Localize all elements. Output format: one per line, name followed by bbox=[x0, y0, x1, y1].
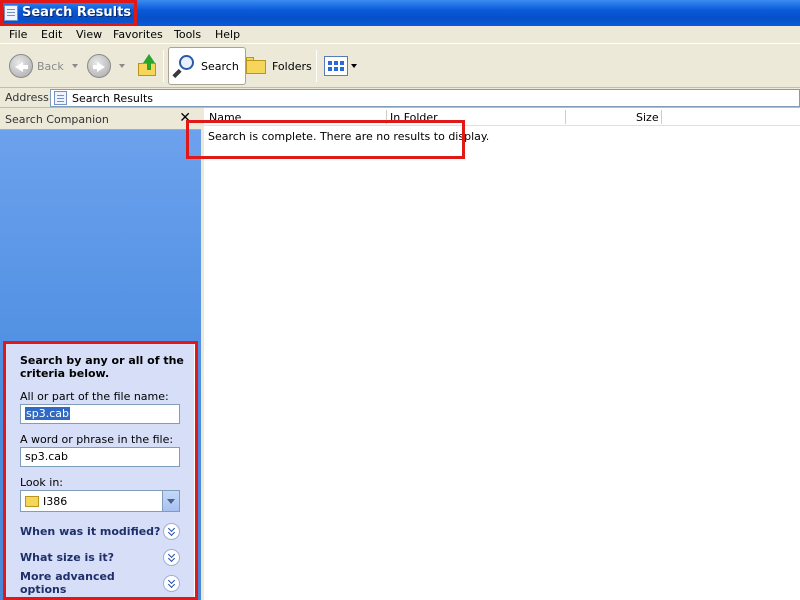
views-dropdown-icon bbox=[351, 64, 357, 68]
column-divider[interactable] bbox=[661, 110, 662, 124]
search-label: Search bbox=[201, 59, 239, 73]
address-bar: Address Search Results bbox=[0, 88, 800, 108]
column-size[interactable]: Size bbox=[636, 111, 659, 124]
folders-icon bbox=[244, 55, 268, 77]
toolbar-separator bbox=[163, 50, 164, 82]
search-results-icon bbox=[54, 91, 67, 105]
back-arrow-icon bbox=[9, 54, 33, 78]
menu-bar: File Edit View Favorites Tools Help bbox=[0, 26, 800, 44]
forward-arrow-icon bbox=[87, 54, 111, 78]
menu-tools[interactable]: Tools bbox=[174, 28, 201, 41]
forward-dropdown-icon bbox=[119, 64, 125, 68]
highlight-box-message bbox=[186, 120, 465, 159]
address-field[interactable]: Search Results bbox=[50, 89, 800, 107]
address-value: Search Results bbox=[72, 91, 154, 105]
toolbar-separator bbox=[316, 50, 317, 82]
back-label: Back bbox=[37, 59, 64, 73]
search-button[interactable]: Search bbox=[168, 47, 246, 85]
views-button[interactable] bbox=[324, 48, 357, 84]
search-companion-header: Search Companion ✕ bbox=[0, 108, 201, 130]
up-button[interactable] bbox=[137, 48, 159, 84]
address-label: Address bbox=[5, 91, 49, 104]
highlight-box-title bbox=[0, 0, 137, 26]
folder-up-icon bbox=[137, 54, 159, 78]
forward-button[interactable] bbox=[87, 48, 125, 84]
folders-label: Folders bbox=[272, 59, 312, 73]
menu-edit[interactable]: Edit bbox=[41, 28, 62, 41]
folders-button[interactable]: Folders bbox=[244, 48, 312, 84]
highlight-box-criteria bbox=[3, 341, 198, 600]
toolbar: Back Search Folders bbox=[0, 44, 800, 88]
column-divider[interactable] bbox=[565, 110, 566, 124]
search-companion-title: Search Companion bbox=[5, 113, 109, 126]
menu-favorites[interactable]: Favorites bbox=[113, 28, 163, 41]
back-dropdown-icon bbox=[71, 64, 78, 68]
menu-view[interactable]: View bbox=[76, 28, 102, 41]
views-icon bbox=[324, 56, 348, 76]
magnifier-icon bbox=[172, 54, 197, 79]
menu-help[interactable]: Help bbox=[215, 28, 240, 41]
menu-file[interactable]: File bbox=[9, 28, 27, 41]
back-button[interactable]: Back bbox=[9, 48, 78, 84]
results-pane: Name In Folder Size Search is complete. … bbox=[201, 108, 800, 600]
